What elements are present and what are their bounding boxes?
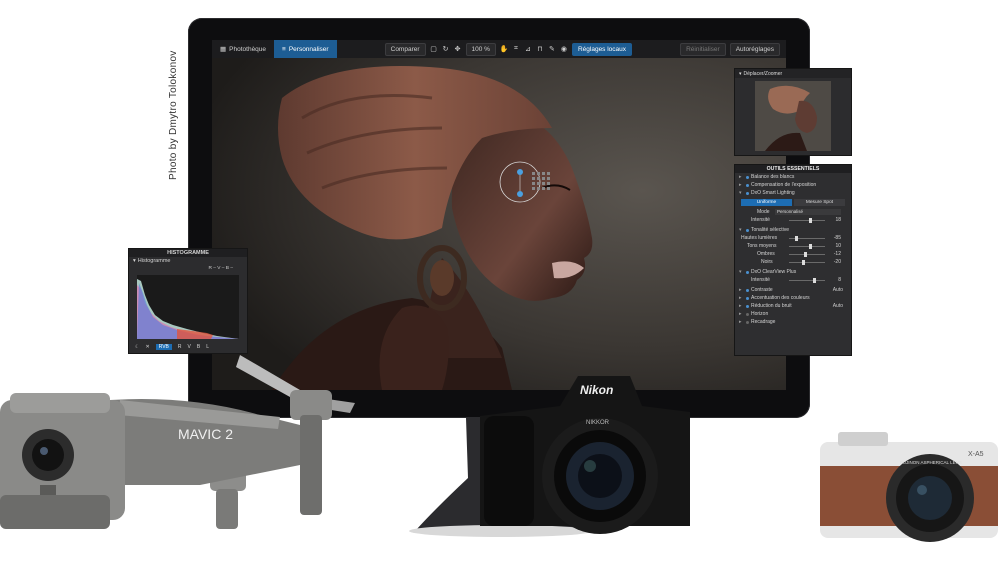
expand-arrow-icon: ▸ bbox=[739, 287, 742, 293]
rotate-icon[interactable]: ↻ bbox=[442, 45, 450, 53]
clearview-intensity-row: Intensité 8 bbox=[751, 277, 841, 283]
perspective-icon[interactable]: ⊓ bbox=[536, 45, 544, 53]
tool-noise[interactable]: ▸ Réduction du bruit Auto bbox=[735, 302, 851, 310]
mode-row: Mode Personnalisé bbox=[735, 208, 851, 216]
midtones-row: Tons moyens 10 bbox=[747, 243, 841, 249]
nikon-logo-label: Nikon bbox=[580, 383, 613, 397]
midtones-slider[interactable] bbox=[789, 244, 825, 249]
reset-button[interactable]: Réinitialiser bbox=[680, 42, 726, 56]
fuji-model-label: X-A5 bbox=[968, 451, 984, 458]
expand-arrow-icon: ▸ bbox=[739, 182, 742, 188]
expand-arrow-icon: ▸ bbox=[739, 303, 742, 309]
enable-dot-icon[interactable] bbox=[746, 312, 749, 316]
nikkor-label: NIKKOR bbox=[586, 420, 610, 426]
contrast-auto-button[interactable]: Auto bbox=[833, 287, 843, 293]
clearview-intensity-slider[interactable] bbox=[789, 278, 825, 283]
smart-lighting-tabs: Uniforme Mesure Spot bbox=[735, 197, 851, 208]
drone-model-label: MAVIC 2 bbox=[178, 426, 233, 442]
local-adjustments-button[interactable]: Réglages locaux bbox=[571, 42, 633, 56]
zoom-select[interactable]: 100 % bbox=[465, 42, 496, 56]
portrait-photo bbox=[212, 58, 786, 390]
collapse-arrow-icon: ▾ bbox=[739, 269, 742, 275]
horizon-icon[interactable]: ⊿ bbox=[524, 45, 532, 53]
crop-icon[interactable]: ⌗ bbox=[512, 45, 520, 53]
highlights-value[interactable]: -85 bbox=[834, 235, 841, 241]
histogram-panel: HISTOGRAMME ▾ Histogramme R – V – B – ☾ … bbox=[128, 248, 248, 354]
noise-auto-button[interactable]: Auto bbox=[833, 303, 843, 309]
midtones-value[interactable]: 10 bbox=[835, 243, 841, 249]
tool-white-balance[interactable]: ▸ Balance des blancs bbox=[735, 173, 851, 181]
tool-horizon[interactable]: ▸ Horizon bbox=[735, 310, 851, 318]
tab-spot[interactable]: Mesure Spot bbox=[794, 199, 845, 206]
move-icon[interactable]: ✥ bbox=[454, 45, 462, 53]
enable-dot-icon[interactable] bbox=[746, 191, 749, 195]
collapse-arrow-icon: ▾ bbox=[739, 227, 742, 233]
mode-select[interactable]: Personnalisé bbox=[775, 209, 841, 215]
enable-dot-icon[interactable] bbox=[746, 183, 749, 187]
hand-icon[interactable]: ✋ bbox=[500, 45, 509, 53]
intensity-value[interactable]: 18 bbox=[835, 217, 841, 223]
expand-arrow-icon: ▸ bbox=[739, 174, 742, 180]
enable-dot-icon[interactable] bbox=[746, 296, 749, 300]
tool-smart-lighting[interactable]: ▾ DxO Smart Lighting bbox=[735, 189, 851, 197]
layout-icon[interactable]: ▢ bbox=[430, 45, 438, 53]
intensity-row: Intensité 18 bbox=[751, 217, 841, 223]
nikon-camera-image: Nikon NIKKOR bbox=[470, 376, 700, 536]
fujifilm-camera-image: X-A5 FUJINON ASPHERICAL LENS bbox=[818, 432, 1000, 544]
enable-dot-icon[interactable] bbox=[746, 320, 749, 324]
histogram-readout: R – V – B – bbox=[208, 266, 233, 271]
tool-contrast[interactable]: ▸ Contraste Auto bbox=[735, 286, 851, 294]
expand-arrow-icon: ▸ bbox=[739, 311, 742, 317]
tool-clearview[interactable]: ▾ DxO ClearView Plus bbox=[735, 268, 851, 276]
local-adjustment-widget[interactable] bbox=[498, 150, 568, 214]
essential-tools-panel: OUTILS ESSENTIELS ▸ Balance des blancs ▸… bbox=[734, 164, 852, 356]
histogram-graph bbox=[137, 275, 239, 339]
enable-dot-icon[interactable] bbox=[746, 288, 749, 292]
drone-image: MAVIC 2 bbox=[0, 345, 370, 545]
shadows-value[interactable]: -12 bbox=[834, 251, 841, 257]
intensity-slider[interactable] bbox=[789, 218, 825, 223]
navigator-panel: ▾ Déplacer/Zoomer bbox=[734, 68, 852, 156]
brush-icon[interactable]: ✎ bbox=[548, 45, 556, 53]
photo-credit: Photo by Dmytro Tolokonov bbox=[168, 50, 179, 180]
fuji-lens-label: FUJINON ASPHERICAL LENS bbox=[900, 460, 962, 465]
tool-color-accent[interactable]: ▸ Accentuation des couleurs bbox=[735, 294, 851, 302]
collapse-arrow-icon: ▾ bbox=[133, 258, 136, 264]
tab-uniform[interactable]: Uniforme bbox=[741, 199, 792, 206]
tool-exposure[interactable]: ▸ Compensation de l'exposition bbox=[735, 181, 851, 189]
tab-library[interactable]: ▦ Photothèque bbox=[212, 40, 274, 58]
blacks-value[interactable]: -20 bbox=[834, 259, 841, 265]
highlights-slider[interactable] bbox=[789, 236, 825, 241]
blacks-row: Noirs -20 bbox=[761, 259, 841, 265]
enable-dot-icon[interactable] bbox=[746, 228, 749, 232]
sliders-icon: ≡ bbox=[282, 45, 286, 53]
enable-dot-icon[interactable] bbox=[746, 270, 749, 274]
blacks-slider[interactable] bbox=[789, 260, 825, 265]
shadows-slider[interactable] bbox=[789, 252, 825, 257]
histogram-title: HISTOGRAMME bbox=[129, 249, 247, 257]
app-screen: ▦ Photothèque ≡ Personnaliser Comparer ▢… bbox=[212, 40, 786, 390]
tab-customize[interactable]: ≡ Personnaliser bbox=[274, 40, 337, 58]
enable-dot-icon[interactable] bbox=[746, 175, 749, 179]
enable-dot-icon[interactable] bbox=[746, 304, 749, 308]
grid-icon: ▦ bbox=[220, 46, 227, 53]
tools-title: OUTILS ESSENTIELS bbox=[735, 165, 851, 173]
clearview-intensity-value[interactable]: 8 bbox=[838, 277, 841, 283]
highlights-row: Hautes lumières -85 bbox=[741, 235, 841, 241]
collapse-arrow-icon: ▾ bbox=[739, 190, 742, 196]
main-toolbar: ▦ Photothèque ≡ Personnaliser Comparer ▢… bbox=[212, 40, 786, 58]
tool-crop[interactable]: ▸ Recadrage bbox=[735, 318, 851, 326]
auto-button[interactable]: Autoréglages bbox=[729, 42, 780, 56]
expand-arrow-icon: ▸ bbox=[739, 295, 742, 301]
histogram-header[interactable]: ▾ Histogramme bbox=[129, 257, 247, 265]
collapse-arrow-icon: ▾ bbox=[739, 70, 742, 77]
eye-icon[interactable]: ◉ bbox=[560, 45, 568, 53]
navigator-header[interactable]: ▾ Déplacer/Zoomer bbox=[735, 69, 851, 78]
compare-button[interactable]: Comparer bbox=[384, 42, 426, 56]
navigator-thumbnail[interactable] bbox=[755, 81, 831, 151]
tool-selective-tone[interactable]: ▾ Tonalité sélective bbox=[735, 226, 851, 234]
expand-arrow-icon: ▸ bbox=[739, 319, 742, 325]
shadows-row: Ombres -12 bbox=[757, 251, 841, 257]
